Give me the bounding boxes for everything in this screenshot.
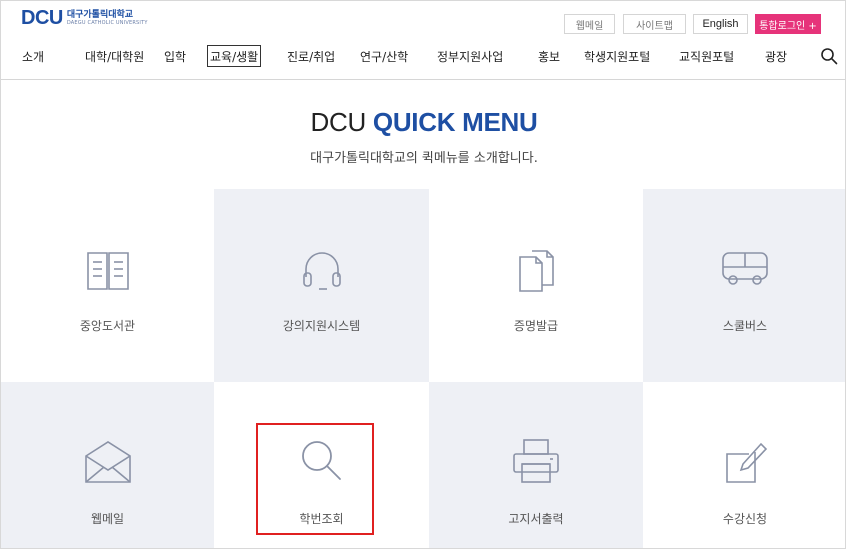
page-subtitle: 대구가톨릭대학교의 퀵메뉴를 소개합니다. bbox=[310, 151, 538, 166]
bus-icon bbox=[722, 252, 768, 285]
integrated-login-button[interactable]: 통합로그인 + bbox=[755, 14, 821, 34]
nav-item-career[interactable]: 진로/취업 bbox=[287, 45, 335, 67]
quick-menu-course-registration[interactable]: 수강신청 bbox=[643, 382, 845, 548]
tile-label: 중앙도서관 bbox=[79, 319, 136, 333]
quick-menu-lecture-system[interactable]: 강의지원시스템 bbox=[214, 189, 429, 382]
header-divider bbox=[1, 79, 845, 80]
tile-label: 수강신청 bbox=[722, 512, 768, 526]
utility-bar: DCU 대구가톨릭대학교 DAEGU CATHOLIC UNIVERSITY 웹… bbox=[1, 1, 845, 37]
logo-mark: DCU bbox=[21, 7, 63, 29]
quick-menu-school-bus[interactable]: 스쿨버스 bbox=[643, 189, 845, 382]
page-frame: DCU 대구가톨릭대학교 DAEGU CATHOLIC UNIVERSITY 웹… bbox=[0, 0, 846, 549]
search-icon[interactable] bbox=[820, 47, 838, 65]
sitemap-link[interactable]: 사이트맵 bbox=[623, 14, 686, 34]
tile-label: 스쿨버스 bbox=[722, 319, 768, 333]
tile-label: 증명발급 bbox=[513, 319, 559, 333]
headset-icon bbox=[302, 252, 341, 290]
nav-item-admission[interactable]: 입학 bbox=[164, 45, 186, 67]
nav-item-intro[interactable]: 소개 bbox=[22, 45, 44, 67]
nav-item-staff-portal[interactable]: 교직원포털 bbox=[679, 45, 734, 67]
highlight-box bbox=[256, 423, 374, 535]
nav-item-gov-support[interactable]: 정부지원사업 bbox=[437, 45, 503, 67]
edit-icon bbox=[726, 442, 768, 483]
nav-item-research[interactable]: 연구/산학 bbox=[360, 45, 408, 67]
nav-item-education-life[interactable]: 교육/생활 bbox=[207, 45, 262, 67]
page-title: DCU QUICK MENU bbox=[310, 107, 538, 137]
quick-menu-library[interactable]: 중앙도서관 bbox=[1, 189, 214, 382]
nav-item-plaza[interactable]: 광장 bbox=[765, 45, 787, 67]
tile-label: 웹메일 bbox=[90, 512, 125, 526]
documents-icon bbox=[519, 250, 554, 292]
nav-item-colleges[interactable]: 대학/대학원 bbox=[85, 45, 144, 67]
nav-item-pr[interactable]: 홍보 bbox=[538, 45, 560, 67]
logo-english-name: DAEGU CATHOLIC UNIVERSITY bbox=[66, 20, 148, 26]
logo-korean-name: 대구가톨릭대학교 bbox=[66, 10, 134, 20]
english-link[interactable]: English bbox=[693, 14, 748, 34]
envelope-icon bbox=[84, 441, 131, 483]
quick-menu-webmail[interactable]: 웹메일 bbox=[1, 382, 214, 548]
book-icon bbox=[86, 252, 129, 290]
tile-label: 강의지원시스템 bbox=[282, 319, 361, 333]
quick-menu-bill-print[interactable]: 고지서출력 bbox=[429, 382, 643, 548]
nav-item-student-portal[interactable]: 학생지원포털 bbox=[584, 45, 650, 67]
quick-menu-certificates[interactable]: 증명발급 bbox=[429, 189, 643, 382]
main-nav: 소개 대학/대학원 입학 교육/생활 진로/취업 연구/산학 정부지원사업 홍보… bbox=[1, 41, 845, 71]
printer-icon bbox=[513, 439, 559, 483]
dcu-logo[interactable]: DCU 대구가톨릭대학교 DAEGU CATHOLIC UNIVERSITY bbox=[21, 7, 148, 29]
tile-label: 고지서출력 bbox=[508, 512, 564, 526]
webmail-link[interactable]: 웹메일 bbox=[564, 14, 615, 34]
